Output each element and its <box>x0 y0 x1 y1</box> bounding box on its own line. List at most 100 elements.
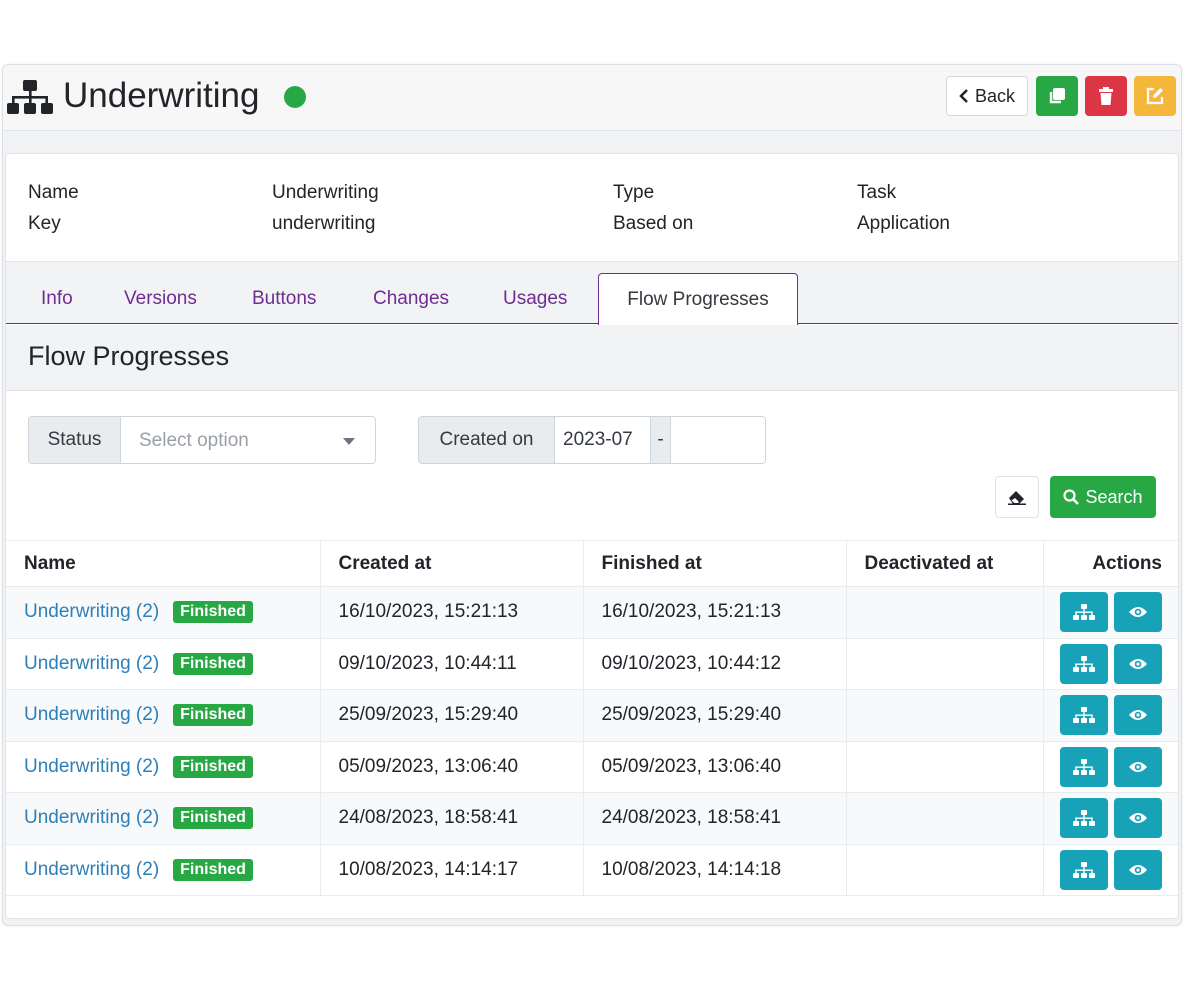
flow-name-link[interactable]: Underwriting (2) <box>24 756 159 777</box>
finished-at-cell: 10/08/2023, 14:14:18 <box>583 843 847 896</box>
status-filter-label: Status <box>29 417 121 463</box>
delete-button[interactable] <box>1085 76 1127 116</box>
created-to-input[interactable] <box>671 417 765 463</box>
page-title: Underwriting <box>63 76 260 115</box>
deactivated-at-cell <box>846 843 1044 896</box>
created-at-cell: 10/08/2023, 14:14:17 <box>320 843 584 896</box>
deactivated-at-cell <box>846 586 1044 638</box>
eye-icon <box>1129 864 1147 875</box>
column-header-deactivated-at[interactable]: Deactivated at <box>846 540 1044 587</box>
type-value: Task <box>857 182 897 203</box>
finished-at-cell: 05/09/2023, 13:06:40 <box>583 740 847 793</box>
flow-name-link[interactable]: Underwriting (2) <box>24 601 159 622</box>
status-badge: Finished <box>173 858 253 881</box>
status-select[interactable]: Select option <box>121 417 375 463</box>
based-on-value: Application <box>857 213 950 234</box>
date-range-separator: - <box>651 417 671 463</box>
created-from-input[interactable]: 2023-07 <box>555 417 651 463</box>
finished-at-cell: 24/08/2023, 18:58:41 <box>583 792 847 844</box>
created-at-cell: 25/09/2023, 15:29:40 <box>320 689 584 741</box>
table-row: Underwriting (2) Finished 24/08/2023, 18:… <box>6 792 1179 844</box>
view-details-button[interactable] <box>1114 592 1162 633</box>
search-button[interactable]: Search <box>1050 476 1156 518</box>
edit-icon <box>1146 87 1164 105</box>
flow-name-link[interactable]: Underwriting (2) <box>24 704 159 725</box>
key-value: underwriting <box>272 213 376 234</box>
status-badge: Finished <box>173 755 253 778</box>
column-header-finished-at[interactable]: Finished at <box>583 540 847 587</box>
eye-icon <box>1129 710 1147 721</box>
chevron-down-icon <box>343 438 355 445</box>
row-actions <box>1044 592 1179 633</box>
view-flow-button[interactable] <box>1060 746 1108 787</box>
table-row: Underwriting (2) Finished 10/08/2023, 14:… <box>6 843 1179 896</box>
status-badge: Finished <box>173 601 253 624</box>
row-actions <box>1044 849 1179 890</box>
back-button-label: Back <box>974 85 1016 106</box>
deactivated-at-cell <box>846 740 1044 793</box>
deactivated-at-cell <box>846 637 1044 690</box>
tab-usages[interactable]: Usages <box>503 288 567 310</box>
trash-icon <box>1099 87 1113 105</box>
column-header-actions: Actions <box>1043 540 1178 587</box>
eye-icon <box>1129 813 1147 824</box>
sitemap-icon <box>1073 707 1095 724</box>
back-button[interactable]: Back <box>946 76 1028 116</box>
deactivated-at-cell <box>846 792 1044 844</box>
sitemap-icon <box>1073 810 1095 827</box>
table-row: Underwriting (2) Finished 05/09/2023, 13:… <box>6 740 1178 793</box>
eraser-icon <box>1008 491 1026 505</box>
copy-icon <box>1049 88 1065 104</box>
row-actions <box>1044 695 1179 736</box>
clear-filters-button[interactable] <box>995 476 1039 518</box>
row-actions <box>1044 798 1179 839</box>
sitemap-icon <box>7 80 53 114</box>
view-details-button[interactable] <box>1114 849 1162 890</box>
tab-versions[interactable]: Versions <box>124 288 197 310</box>
tab-buttons[interactable]: Buttons <box>252 288 316 310</box>
eye-icon <box>1129 658 1147 669</box>
view-flow-button[interactable] <box>1060 849 1108 890</box>
page-header: Underwriting Back <box>3 65 1181 131</box>
flow-name-link[interactable]: Underwriting (2) <box>24 653 159 674</box>
edit-button[interactable] <box>1134 76 1176 116</box>
flow-name-link[interactable]: Underwriting (2) <box>24 859 159 880</box>
status-indicator <box>284 86 306 108</box>
view-flow-button[interactable] <box>1060 798 1108 839</box>
view-flow-button[interactable] <box>1060 695 1108 736</box>
view-details-button[interactable] <box>1114 643 1162 684</box>
chevron-left-icon <box>959 89 968 103</box>
deactivated-at-cell <box>846 689 1044 741</box>
name-value: Underwriting <box>272 182 379 203</box>
view-details-button[interactable] <box>1114 798 1162 839</box>
flow-name-link[interactable]: Underwriting (2) <box>24 807 159 828</box>
view-flow-button[interactable] <box>1060 592 1108 633</box>
status-badge: Finished <box>173 807 253 830</box>
view-details-button[interactable] <box>1114 746 1162 787</box>
eye-icon <box>1129 607 1147 618</box>
created-at-cell: 05/09/2023, 13:06:40 <box>320 740 584 793</box>
column-header-created-at[interactable]: Created at <box>320 540 584 587</box>
eye-icon <box>1129 761 1147 772</box>
tab-info[interactable]: Info <box>41 288 73 310</box>
status-badge: Finished <box>173 704 253 727</box>
finished-at-cell: 25/09/2023, 15:29:40 <box>583 689 847 741</box>
created-on-label: Created on <box>419 417 555 463</box>
view-flow-button[interactable] <box>1060 643 1108 684</box>
created-at-cell: 09/10/2023, 10:44:11 <box>320 637 584 690</box>
page-frame: Underwriting Back Name Underwriting Key … <box>2 64 1182 926</box>
view-details-button[interactable] <box>1114 695 1162 736</box>
table-row: Underwriting (2) Finished 09/10/2023, 10:… <box>6 637 1178 690</box>
sitemap-icon <box>1073 604 1095 621</box>
copy-button[interactable] <box>1036 76 1078 116</box>
tab-changes[interactable]: Changes <box>373 288 449 310</box>
key-label: Key <box>28 213 61 234</box>
search-icon <box>1063 489 1080 505</box>
sitemap-icon <box>1073 655 1095 672</box>
search-button-label: Search <box>1085 486 1143 507</box>
finished-at-cell: 09/10/2023, 10:44:12 <box>583 637 847 690</box>
tab-flow-progresses[interactable]: Flow Progresses <box>598 273 798 325</box>
status-select-placeholder: Select option <box>139 430 249 451</box>
name-label: Name <box>28 182 79 203</box>
column-header-name[interactable]: Name <box>6 540 321 587</box>
